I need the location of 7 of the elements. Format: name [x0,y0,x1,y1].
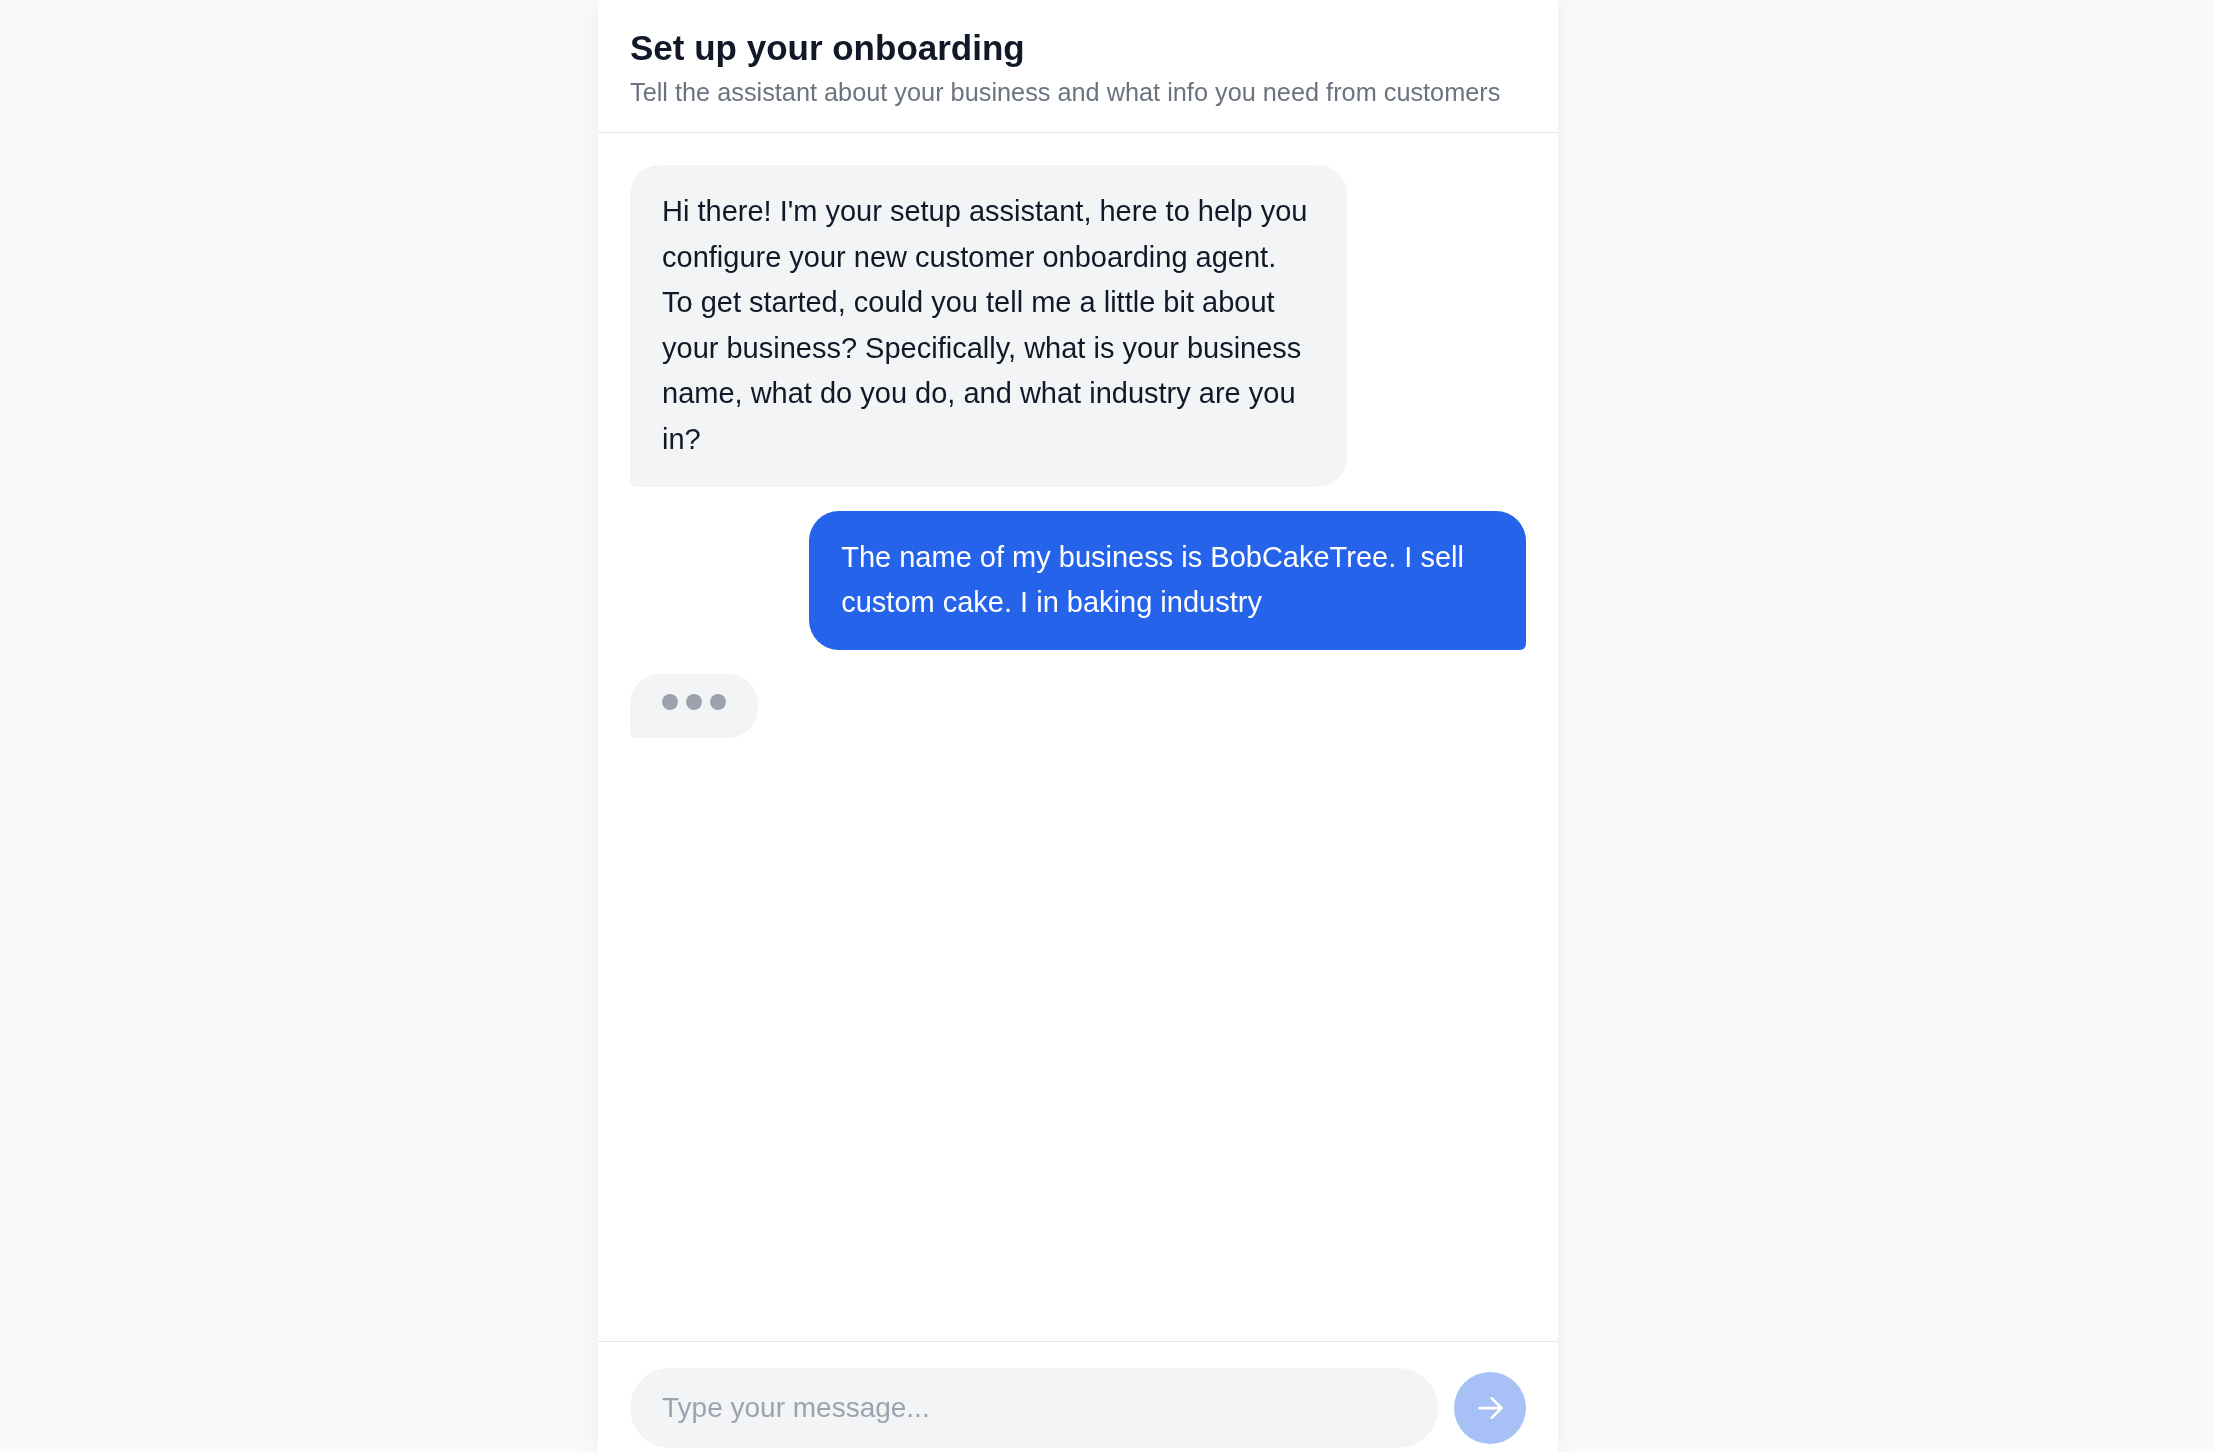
page-title: Set up your onboarding [630,27,1026,69]
message-input[interactable]: Type your message... [630,1368,1438,1448]
assistant-message: Hi there! I'm your setup assistant, here to help you configure your new customer onboarding agent. To get started, could you tell me a little bit about your business? Specifically, what is your business name, what do you do, and what industry are you in? [630,165,1347,487]
page-subtitle: Tell the assistant about your business and what info you need from customers [630,77,1502,108]
arrow-right-icon [1477,1397,1503,1419]
user-message: The name of my business is BobCakeTree. I sell custom cake. I in baking industry [809,510,1526,650]
ellipsis-icon [662,693,726,710]
